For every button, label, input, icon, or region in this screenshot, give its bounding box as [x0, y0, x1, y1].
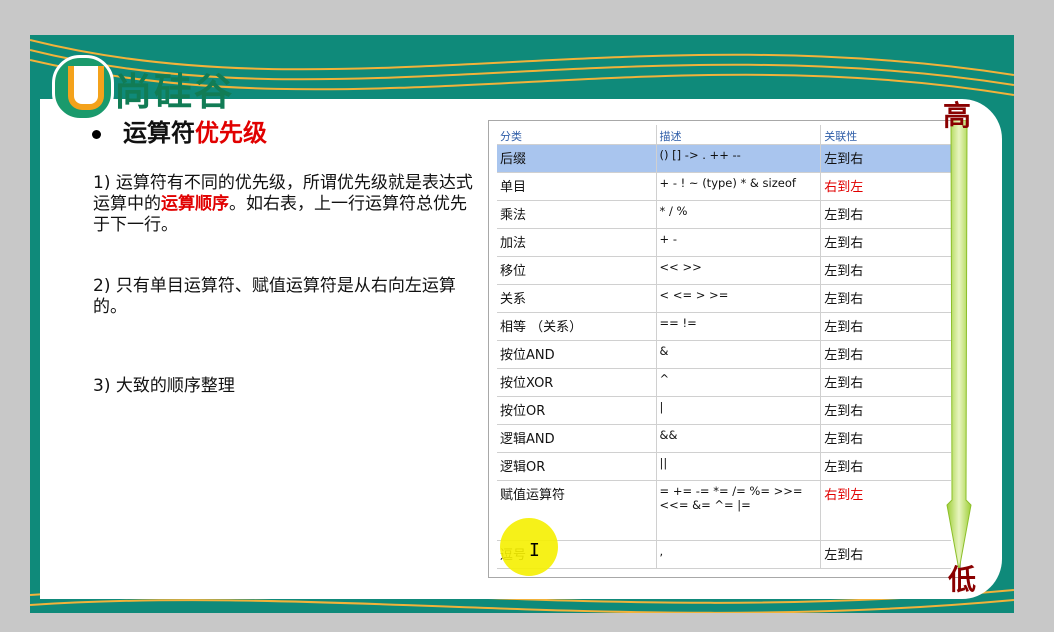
table-row[interactable]: 逻辑OR || 左到右	[497, 452, 951, 481]
cell-category: 单目	[497, 172, 657, 201]
cell-category: 加法	[497, 228, 657, 257]
cell-category: 相等 （关系）	[497, 312, 657, 341]
cell-associativity: 左到右	[820, 396, 951, 425]
cell-description: () [] -> . ++ --	[656, 144, 822, 173]
cell-description: << >>	[656, 256, 822, 285]
cell-associativity: 左到右	[820, 340, 951, 369]
p1-highlight: 运算顺序	[161, 194, 229, 214]
cell-category: 后缀	[497, 144, 657, 173]
cell-associativity: 左到右	[820, 228, 951, 257]
cell-description: &&	[656, 424, 822, 453]
cell-description: == !=	[656, 312, 822, 341]
text-cursor-icon: I	[529, 540, 540, 561]
paragraph-2: 2) 只有单目运算符、赋值运算符是从右向左运算的。	[93, 276, 456, 317]
cell-category: 乘法	[497, 200, 657, 229]
cell-description: &	[656, 340, 822, 369]
table-row[interactable]: 移位 << >> 左到右	[497, 256, 951, 285]
table-row[interactable]: 逗号,左到右	[497, 540, 951, 569]
logo-text: 尚硅谷	[114, 70, 235, 114]
bullet-icon	[92, 129, 101, 139]
cell-category: 按位AND	[497, 340, 657, 369]
header-description: 描述	[656, 125, 822, 145]
logo-u-icon	[52, 55, 114, 121]
cell-description: ^	[656, 368, 822, 397]
cell-associativity: 左到右	[820, 540, 951, 569]
operator-table: 分类 描述 关联性 后缀() [] -> . ++ -- 左到右 单目 + - ! …	[497, 125, 951, 569]
cell-category: 逻辑OR	[497, 452, 657, 481]
cell-description: ,	[656, 540, 822, 569]
table-row[interactable]: 按位XOR ^ 左到右	[497, 368, 951, 397]
table-row[interactable]: 按位OR | 左到右	[497, 396, 951, 425]
cell-associativity: 左到右	[820, 256, 951, 285]
title-highlight: 优先级	[195, 119, 267, 147]
cell-associativity: 左到右	[820, 284, 951, 313]
paragraph-3: 3) 大致的顺序整理	[93, 376, 235, 396]
cell-description: < <= > >=	[656, 284, 822, 313]
cell-category: 关系	[497, 284, 657, 313]
cell-category: 逻辑AND	[497, 424, 657, 453]
header-associativity: 关联性	[820, 125, 951, 145]
table-row[interactable]: 按位AND & 左到右	[497, 340, 951, 369]
operator-table-frame[interactable]: 分类 描述 关联性 后缀() [] -> . ++ -- 左到右 单目 + - ! …	[488, 120, 961, 578]
table-row[interactable]: 后缀() [] -> . ++ -- 左到右	[497, 144, 951, 173]
brand-logo: 尚硅谷	[52, 55, 312, 121]
cell-description: = += -= *= /= %= >>= <<= &= ^= |=	[656, 480, 822, 541]
cell-associativity: 左到右	[820, 200, 951, 229]
table-header-row: 分类 描述 关联性	[497, 125, 951, 145]
cell-associativity: 右到左	[820, 480, 951, 541]
cell-description: + -	[656, 228, 822, 257]
table-row[interactable]: 关系 < <= > >= 左到右	[497, 284, 951, 313]
priority-arrow-icon	[946, 120, 972, 571]
cell-category: 按位XOR	[497, 368, 657, 397]
cell-category: 按位OR	[497, 396, 657, 425]
cell-associativity: 右到左	[820, 172, 951, 201]
scale-low-label: 低	[948, 563, 977, 596]
cell-associativity: 左到右	[820, 144, 951, 173]
slide-title: 运算符优先级	[92, 113, 267, 148]
table-row[interactable]: 乘法 * / % 左到右	[497, 200, 951, 229]
cell-description: |	[656, 396, 822, 425]
table-row[interactable]: 相等 （关系） == != 左到右	[497, 312, 951, 341]
cell-description: + - ! ~ (type) * & sizeof	[656, 172, 822, 201]
scale-high-label: 高	[943, 99, 972, 132]
cell-associativity: 左到右	[820, 368, 951, 397]
header-category: 分类	[497, 125, 657, 145]
table-row[interactable]: 逻辑AND && 左到右	[497, 424, 951, 453]
title-prefix: 运算符	[123, 119, 195, 147]
cell-description: * / %	[656, 200, 822, 229]
table-row[interactable]: 加法 + - 左到右	[497, 228, 951, 257]
cell-category: 移位	[497, 256, 657, 285]
table-row[interactable]: 单目 + - ! ~ (type) * & sizeof 右到左	[497, 172, 951, 201]
cell-associativity: 左到右	[820, 452, 951, 481]
table-row[interactable]: 赋值运算符 = += -= *= /= %= >>= <<= &= ^= |= 右到…	[497, 480, 951, 541]
cell-associativity: 左到右	[820, 424, 951, 453]
paragraph-1: 1) 运算符有不同的优先级，所谓优先级就是表达式运算中的运算顺序。如右表，上一行…	[93, 173, 478, 236]
cell-associativity: 左到右	[820, 312, 951, 341]
cell-description: ||	[656, 452, 822, 481]
